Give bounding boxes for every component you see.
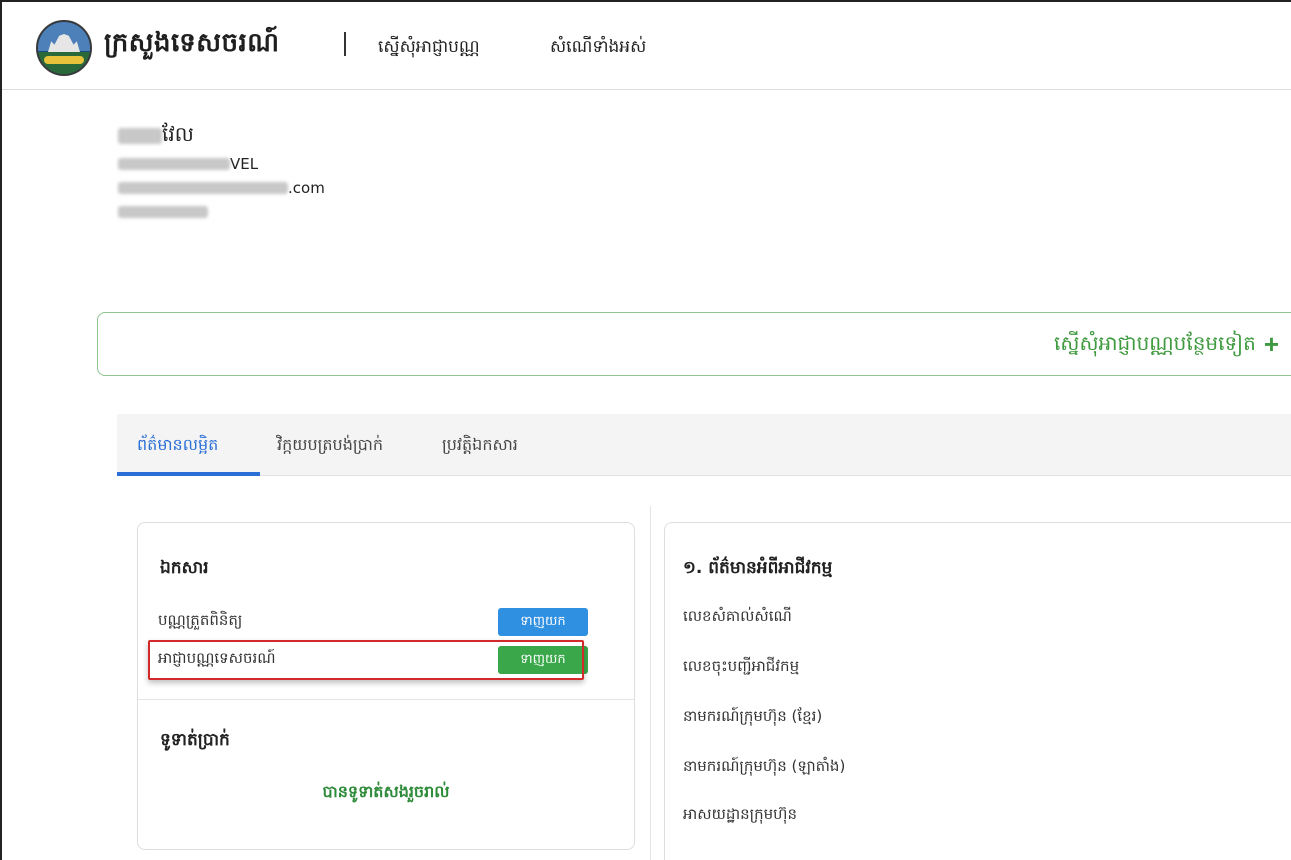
business-info-title: ១. ព័ត៌មានអំពីអាជីវកម្ម [683,558,833,578]
documents-card: ឯកសារ បណ្ណត្រួតពិនិត្យ ទាញយក អាជ្ញាបណ្ណទ… [137,522,635,850]
add-license-button[interactable]: ស្នើសុំអាជ្ញាបណ្ណបន្ថែមទៀត + [1054,329,1279,360]
field-company-name-latin: នាមករណ៍ក្រុមហ៊ុន (ឡាតាំង) [683,757,846,775]
user-info: វែល VEL .com [118,120,325,224]
add-license-label: ស្នើសុំអាជ្ញាបណ្ណបន្ថែមទៀត [1054,332,1256,355]
column-divider [650,506,651,860]
field-request-id: លេខសំគាល់សំណើ [683,607,792,625]
active-tab-indicator [117,472,260,476]
download-inspection-card-button[interactable]: ទាញយក [498,608,588,636]
redacted-text [118,182,288,194]
card-divider [138,699,634,700]
user-email: .com [118,176,325,200]
redacted-text [118,206,208,218]
payment-status: បានទូទាត់សងរួចរាល់ [322,782,450,801]
plus-icon: + [1263,329,1279,359]
document-row: បណ្ណត្រួតពិនិត្យ ទាញយក [158,607,588,637]
nav-request-license[interactable]: ស្នើសុំអាជ្ញាបណ្ណ [378,36,480,61]
brand-title[interactable]: ក្រសួងទេសចរណ៍ [104,26,280,64]
ministry-logo-icon[interactable] [36,20,92,76]
nav-separator [344,32,346,56]
documents-title: ឯកសារ [160,558,209,578]
detail-tabs: ព័ត៌មានលម្អិត វិក្កយបត្របង់ប្រាក់ ប្រវត្… [117,414,1291,476]
field-business-registration: លេខចុះបញ្ជីអាជីវកម្ម [683,657,800,675]
field-company-name-khmer: នាមករណ៍ក្រុមហ៊ុន (ខ្មែរ) [683,707,823,725]
tab-details[interactable]: ព័ត៌មានលម្អិត [137,434,218,458]
redacted-text [118,158,230,170]
field-company-address: អាសយដ្ឋានក្រុមហ៊ុន [683,805,797,823]
payment-title: ទូទាត់ប្រាក់ [160,730,230,750]
user-name: វែល [118,120,325,152]
tab-invoice[interactable]: វិក្កយបត្របង់ប្រាក់ [277,434,383,458]
add-license-panel: ស្នើសុំអាជ្ញាបណ្ណបន្ថែមទៀត + [97,312,1291,376]
user-latin-name: VEL [118,152,325,176]
highlight-annotation [148,640,584,680]
tab-document-history[interactable]: ប្រវត្តិឯកសារ [442,434,518,458]
nav-all-requests[interactable]: សំណើទាំងអស់ [550,36,646,61]
top-navbar: ក្រសួងទេសចរណ៍ ស្នើសុំអាជ្ញាបណ្ណ សំណើទាំង… [2,2,1291,90]
redacted-text [118,128,162,144]
document-label: បណ្ណត្រួតពិនិត្យ [158,611,243,629]
business-info-card: ១. ព័ត៌មានអំពីអាជីវកម្ម លេខសំគាល់សំណើ លេ… [664,522,1291,860]
user-phone [118,200,325,224]
